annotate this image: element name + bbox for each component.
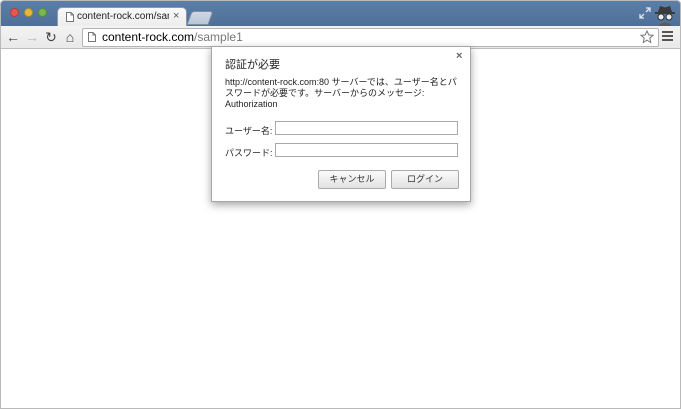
browser-window: content-rock.com/sample1 × ← → ↻ ⌂ conte… [0,0,681,409]
window-zoom-button[interactable] [38,8,47,17]
username-label: ユーザー名: [225,126,273,136]
incognito-icon [655,6,675,26]
star-icon[interactable] [640,30,654,44]
page-icon [66,12,74,22]
url-host: content-rock.com [102,30,195,44]
dialog-title: 認証が必要 [225,59,280,71]
home-icon[interactable]: ⌂ [62,29,78,45]
tab-strip: content-rock.com/sample1 × [1,1,680,27]
cancel-button[interactable]: キャンセル [318,170,386,189]
forward-icon[interactable]: → [24,29,40,45]
address-bar[interactable]: content-rock.com/sample1 [82,28,659,47]
auth-dialog: × 認証が必要 http://content-rock.com:80 サーバーで… [211,46,471,202]
reload-icon[interactable]: ↻ [43,29,59,45]
new-tab-button[interactable] [186,11,214,25]
tab-title: content-rock.com/sample1 [77,11,169,22]
close-icon[interactable]: × [456,50,462,62]
close-icon[interactable]: × [173,10,179,23]
dialog-message: http://content-rock.com:80 サーバーでは、ユーザー名と… [225,77,457,109]
password-field[interactable] [275,143,458,157]
tab-content-rock[interactable]: content-rock.com/sample1 × [57,7,187,27]
url-path: /sample1 [194,30,243,44]
url-text: content-rock.com/sample1 [102,30,243,45]
back-icon[interactable]: ← [5,29,21,45]
password-label: パスワード: [225,148,273,158]
login-button[interactable]: ログイン [391,170,459,189]
menu-icon[interactable] [662,31,673,42]
page-icon [88,32,96,42]
window-minimize-button[interactable] [24,8,33,17]
username-field[interactable] [275,121,458,135]
window-close-button[interactable] [10,8,19,17]
fullscreen-icon[interactable] [639,7,651,19]
